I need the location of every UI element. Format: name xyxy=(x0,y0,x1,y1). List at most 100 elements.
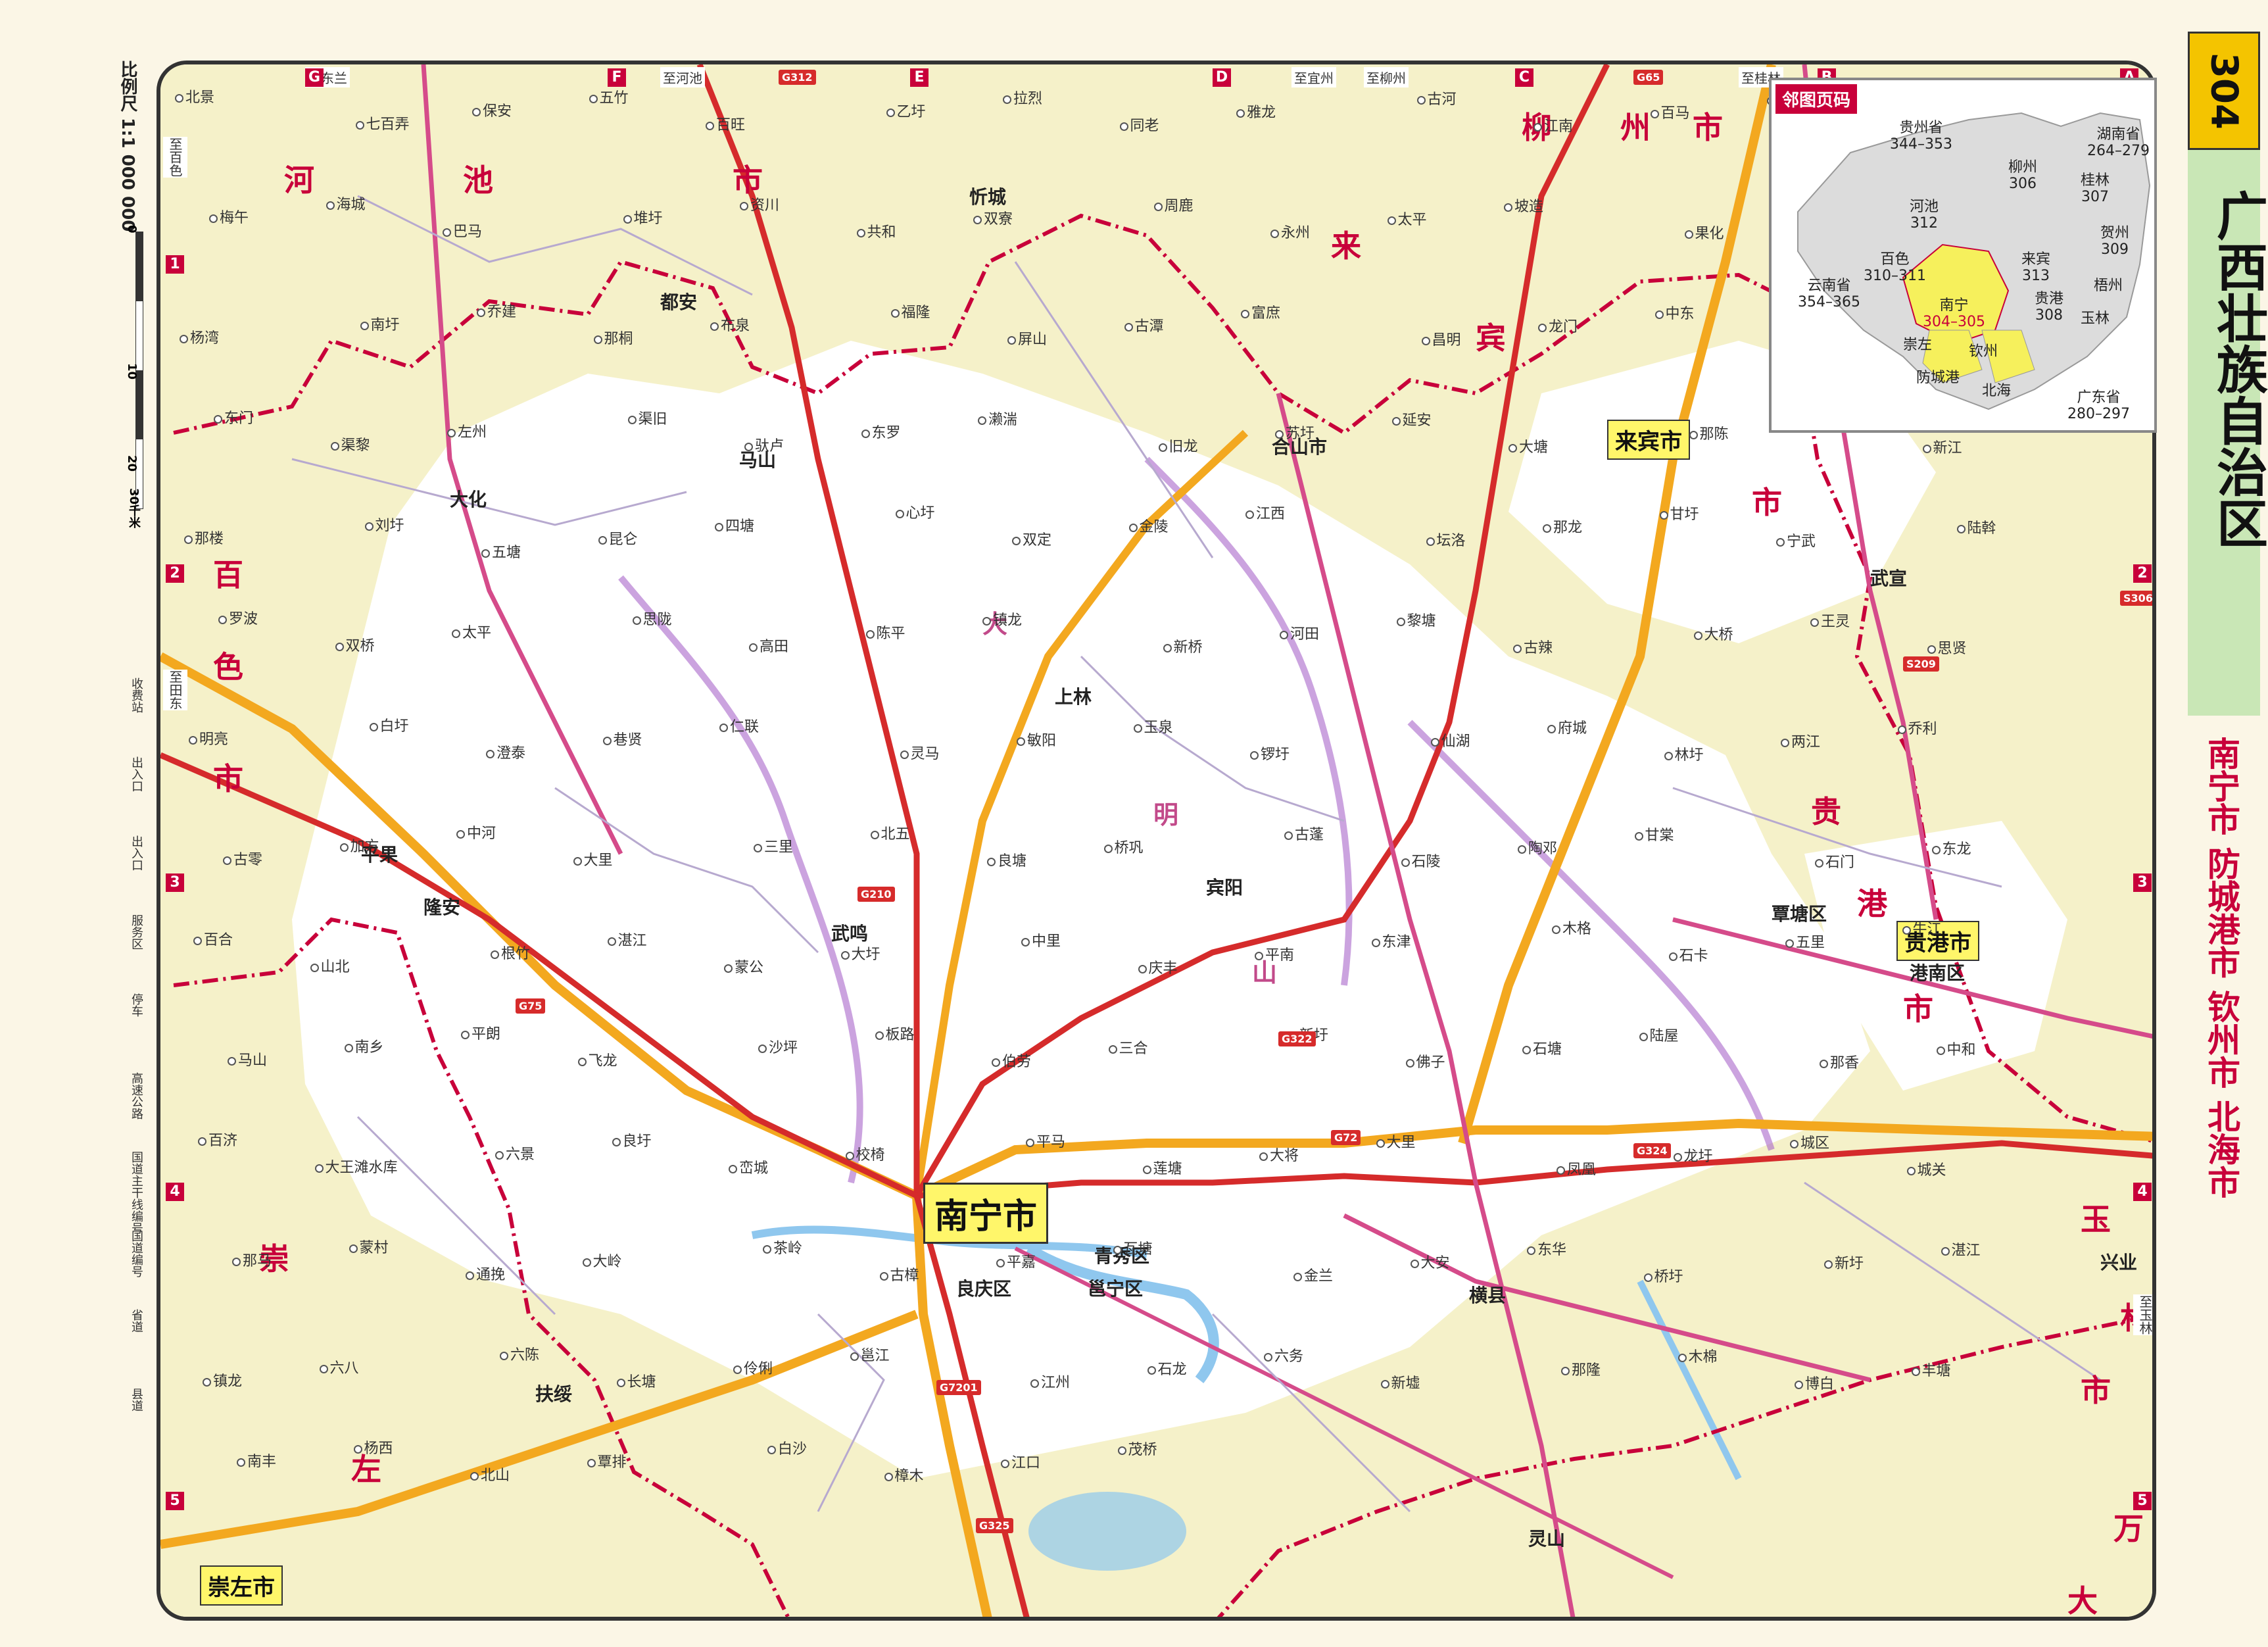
town-label[interactable]: 保安 xyxy=(472,105,512,119)
town-label[interactable]: 永州 xyxy=(1270,226,1310,241)
town-label[interactable]: 良塘 xyxy=(987,854,1026,869)
town-label[interactable]: 四塘 xyxy=(715,520,754,534)
town-label[interactable]: 江西 xyxy=(1245,507,1285,522)
town-label[interactable]: 江口 xyxy=(1001,1456,1040,1471)
town-label[interactable]: 镇龙 xyxy=(203,1375,242,1389)
inset-cell[interactable]: 来宾 313 xyxy=(2021,251,2050,285)
town-label[interactable]: 敏阳 xyxy=(1017,734,1056,749)
town-label[interactable]: 六景 xyxy=(495,1148,535,1162)
town-label[interactable]: 佛子 xyxy=(1405,1056,1445,1070)
town-label[interactable]: 陶邓 xyxy=(1518,842,1557,856)
town-label[interactable]: 布泉 xyxy=(710,319,750,333)
town-label[interactable]: 丰塘 xyxy=(1911,1364,1951,1379)
town-label[interactable]: 覃排 xyxy=(587,1456,627,1470)
town-label[interactable]: 古零 xyxy=(223,853,262,868)
town-label[interactable]: 东津 xyxy=(1371,935,1411,950)
town-label[interactable]: 百济 xyxy=(198,1134,237,1148)
town-label[interactable]: 六务 xyxy=(1264,1350,1303,1364)
town-label[interactable]: 那香 xyxy=(1820,1056,1859,1071)
town-label[interactable]: 杨西 xyxy=(353,1442,393,1456)
town-label[interactable]: 金兰 xyxy=(1293,1269,1333,1284)
town-label[interactable]: 平朗 xyxy=(461,1027,500,1042)
town-label[interactable]: 古蓬 xyxy=(1284,828,1324,843)
town-label[interactable]: 那陈 xyxy=(1689,428,1729,442)
town-label[interactable]: 古潭 xyxy=(1124,320,1164,334)
town-label[interactable]: 校椅 xyxy=(845,1148,885,1163)
county-duan[interactable]: 都安 xyxy=(660,288,697,314)
town-label[interactable]: 湛江 xyxy=(1941,1244,1981,1258)
town-label[interactable]: 三合 xyxy=(1108,1042,1148,1056)
town-label[interactable]: 木棉 xyxy=(1677,1350,1718,1365)
town-label[interactable]: 五塘 xyxy=(481,546,521,560)
town-label[interactable]: 驮卢 xyxy=(744,439,784,454)
town-label[interactable]: 白沙 xyxy=(767,1442,807,1457)
district-gangnan[interactable]: 港南区 xyxy=(1910,959,1965,985)
town-label[interactable]: 东华 xyxy=(1527,1243,1566,1258)
town-label[interactable]: 大岭 xyxy=(582,1255,622,1269)
inset-cell[interactable]: 南宁 304–305 xyxy=(1923,297,1985,331)
town-label[interactable]: 镇龙 xyxy=(982,614,1022,628)
town-label[interactable]: 城关 xyxy=(1906,1164,1946,1178)
town-label[interactable]: 长塘 xyxy=(616,1375,656,1390)
town-label[interactable]: 马山 xyxy=(228,1054,267,1068)
town-label[interactable]: 大王滩水库 xyxy=(314,1161,398,1175)
town-label[interactable]: 那马 xyxy=(232,1254,272,1269)
inset-cell[interactable]: 百色 310–311 xyxy=(1864,251,1926,285)
town-label[interactable]: 乙圩 xyxy=(886,105,926,120)
town-label[interactable]: 平马 xyxy=(1026,1135,1065,1150)
town-label[interactable]: 江州 xyxy=(1030,1376,1070,1390)
town-label[interactable]: 桥圩 xyxy=(1643,1270,1683,1285)
town-label[interactable]: 瓦塘 xyxy=(1113,1242,1153,1257)
town-label[interactable]: 牛江 xyxy=(1902,923,1942,937)
city-chongzuo[interactable]: 崇左市 xyxy=(200,1565,283,1606)
town-label[interactable]: 新桥 xyxy=(1163,641,1203,655)
town-label[interactable]: 玉泉 xyxy=(1133,721,1173,735)
county-wuxuan[interactable]: 武宣 xyxy=(1870,564,1907,591)
town-label[interactable]: 屏山 xyxy=(1007,333,1047,347)
town-label[interactable]: 东罗 xyxy=(861,426,901,441)
county-hengxian[interactable]: 横县 xyxy=(1469,1281,1506,1308)
town-label[interactable]: 茶岭 xyxy=(763,1242,802,1256)
town-label[interactable]: 双定 xyxy=(1012,533,1051,548)
town-label[interactable]: 昌明 xyxy=(1421,333,1461,348)
town-label[interactable]: 陈平 xyxy=(865,627,905,641)
town-label[interactable]: 沙坪 xyxy=(758,1041,798,1056)
town-label[interactable]: 思陇 xyxy=(632,613,672,627)
town-label[interactable]: 锣圩 xyxy=(1250,748,1290,762)
town-label[interactable]: 濑湍 xyxy=(978,413,1017,428)
town-label[interactable]: 大塘 xyxy=(1508,441,1548,455)
town-label[interactable]: 共和 xyxy=(856,226,896,240)
town-label[interactable]: 龙门 xyxy=(1538,320,1578,335)
town-label[interactable]: 博白 xyxy=(1795,1377,1834,1392)
inset-cell[interactable]: 梧州 xyxy=(2094,278,2123,294)
town-label[interactable]: 思贤 xyxy=(1927,642,1967,656)
town-label[interactable]: 古樟 xyxy=(879,1269,919,1283)
town-label[interactable]: 雅龙 xyxy=(1236,106,1276,120)
town-label[interactable]: 坡造 xyxy=(1504,200,1543,214)
town-label[interactable]: 富庶 xyxy=(1241,307,1280,321)
town-label[interactable]: 北山 xyxy=(470,1469,510,1483)
town-label[interactable]: 根竹 xyxy=(491,947,530,962)
town-label[interactable]: 大桥 xyxy=(1693,628,1733,643)
town-label[interactable]: 海城 xyxy=(326,198,366,212)
town-label[interactable]: 莲塘 xyxy=(1142,1162,1182,1177)
town-label[interactable]: 苏圩 xyxy=(1275,427,1315,441)
town-label[interactable]: 灵马 xyxy=(900,747,940,762)
town-label[interactable]: 那龙 xyxy=(1543,521,1582,535)
town-label[interactable]: 巷贤 xyxy=(602,733,642,748)
town-label[interactable]: 中和 xyxy=(1936,1043,1976,1058)
town-label[interactable]: 太平 xyxy=(1387,213,1427,228)
town-label[interactable]: 昆仑 xyxy=(598,533,638,547)
town-label[interactable]: 邕江 xyxy=(850,1349,890,1364)
town-label[interactable]: 古辣 xyxy=(1513,641,1553,656)
town-label[interactable]: 大里 xyxy=(1376,1136,1416,1150)
town-label[interactable]: 那隆 xyxy=(1561,1364,1601,1378)
town-label[interactable]: 大安 xyxy=(1410,1256,1450,1271)
town-label[interactable]: 双寮 xyxy=(973,212,1013,227)
town-label[interactable]: 茂桥 xyxy=(1117,1443,1157,1458)
county-dahua[interactable]: 大化 xyxy=(450,485,487,512)
town-label[interactable]: 城区 xyxy=(1790,1137,1829,1151)
county-xingye[interactable]: 兴业 xyxy=(2100,1248,2137,1275)
town-label[interactable]: 乔建 xyxy=(477,305,516,320)
town-label[interactable]: 峦城 xyxy=(729,1162,768,1176)
